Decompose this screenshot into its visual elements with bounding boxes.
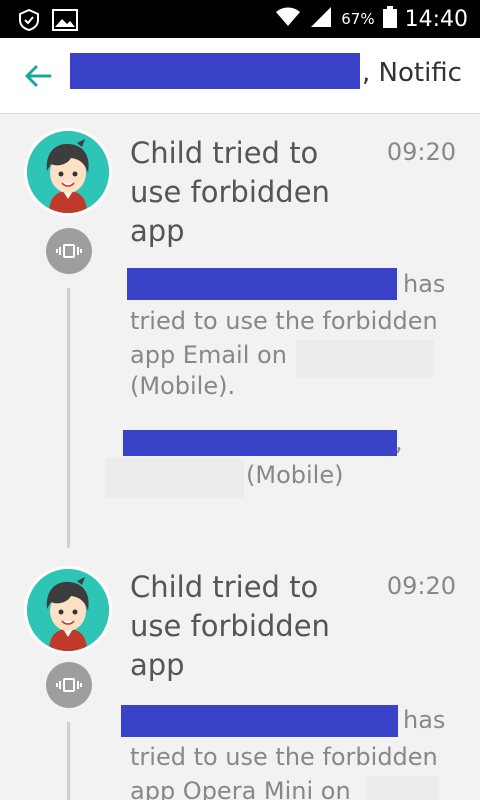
status-bar: 67% 14:40 — [0, 0, 480, 38]
timeline-line — [67, 288, 70, 548]
back-button[interactable] — [22, 60, 54, 92]
notification-item[interactable]: Child tried to use forbidden app 09:20 h… — [0, 114, 480, 564]
body-text-has: has — [403, 270, 446, 298]
timeline-line — [67, 722, 70, 800]
top-app-bar: , Notific — [0, 38, 480, 114]
notification-time: 09:20 — [386, 138, 456, 166]
redacted-sender-device — [106, 458, 244, 498]
battery-icon — [382, 6, 397, 32]
shield-icon — [18, 8, 40, 36]
wifi-icon — [275, 6, 301, 32]
child-avatar — [24, 566, 112, 654]
sender-device-type: (Mobile) — [246, 461, 344, 489]
battery-percent: 67% — [341, 10, 375, 28]
signal-icon — [309, 6, 333, 32]
redacted-child-name — [127, 268, 397, 300]
redacted-child-name — [70, 53, 360, 89]
vibrate-icon — [46, 228, 92, 274]
clock: 14:40 — [404, 6, 468, 32]
redacted-child-name — [121, 705, 398, 737]
notification-item[interactable]: Child tried to use forbidden app 09:20 h… — [0, 554, 480, 800]
child-avatar — [24, 128, 112, 216]
redacted-device-name — [366, 776, 438, 800]
notification-title: Child tried to use forbidden app — [130, 570, 330, 682]
image-icon — [52, 9, 78, 35]
page-title: , Notific — [362, 58, 462, 88]
redacted-sender-name — [123, 430, 397, 456]
device-type: (Mobile). — [130, 372, 236, 400]
arrow-left-icon — [25, 65, 52, 87]
body-text-has: has — [403, 706, 446, 734]
sender-comma: , — [395, 428, 403, 456]
notification-title: Child tried to use forbidden app — [130, 136, 330, 248]
notification-time: 09:20 — [386, 572, 456, 600]
vibrate-icon — [46, 662, 92, 708]
notification-feed[interactable]: Child tried to use forbidden app 09:20 h… — [0, 114, 480, 800]
redacted-device-name — [296, 340, 434, 378]
